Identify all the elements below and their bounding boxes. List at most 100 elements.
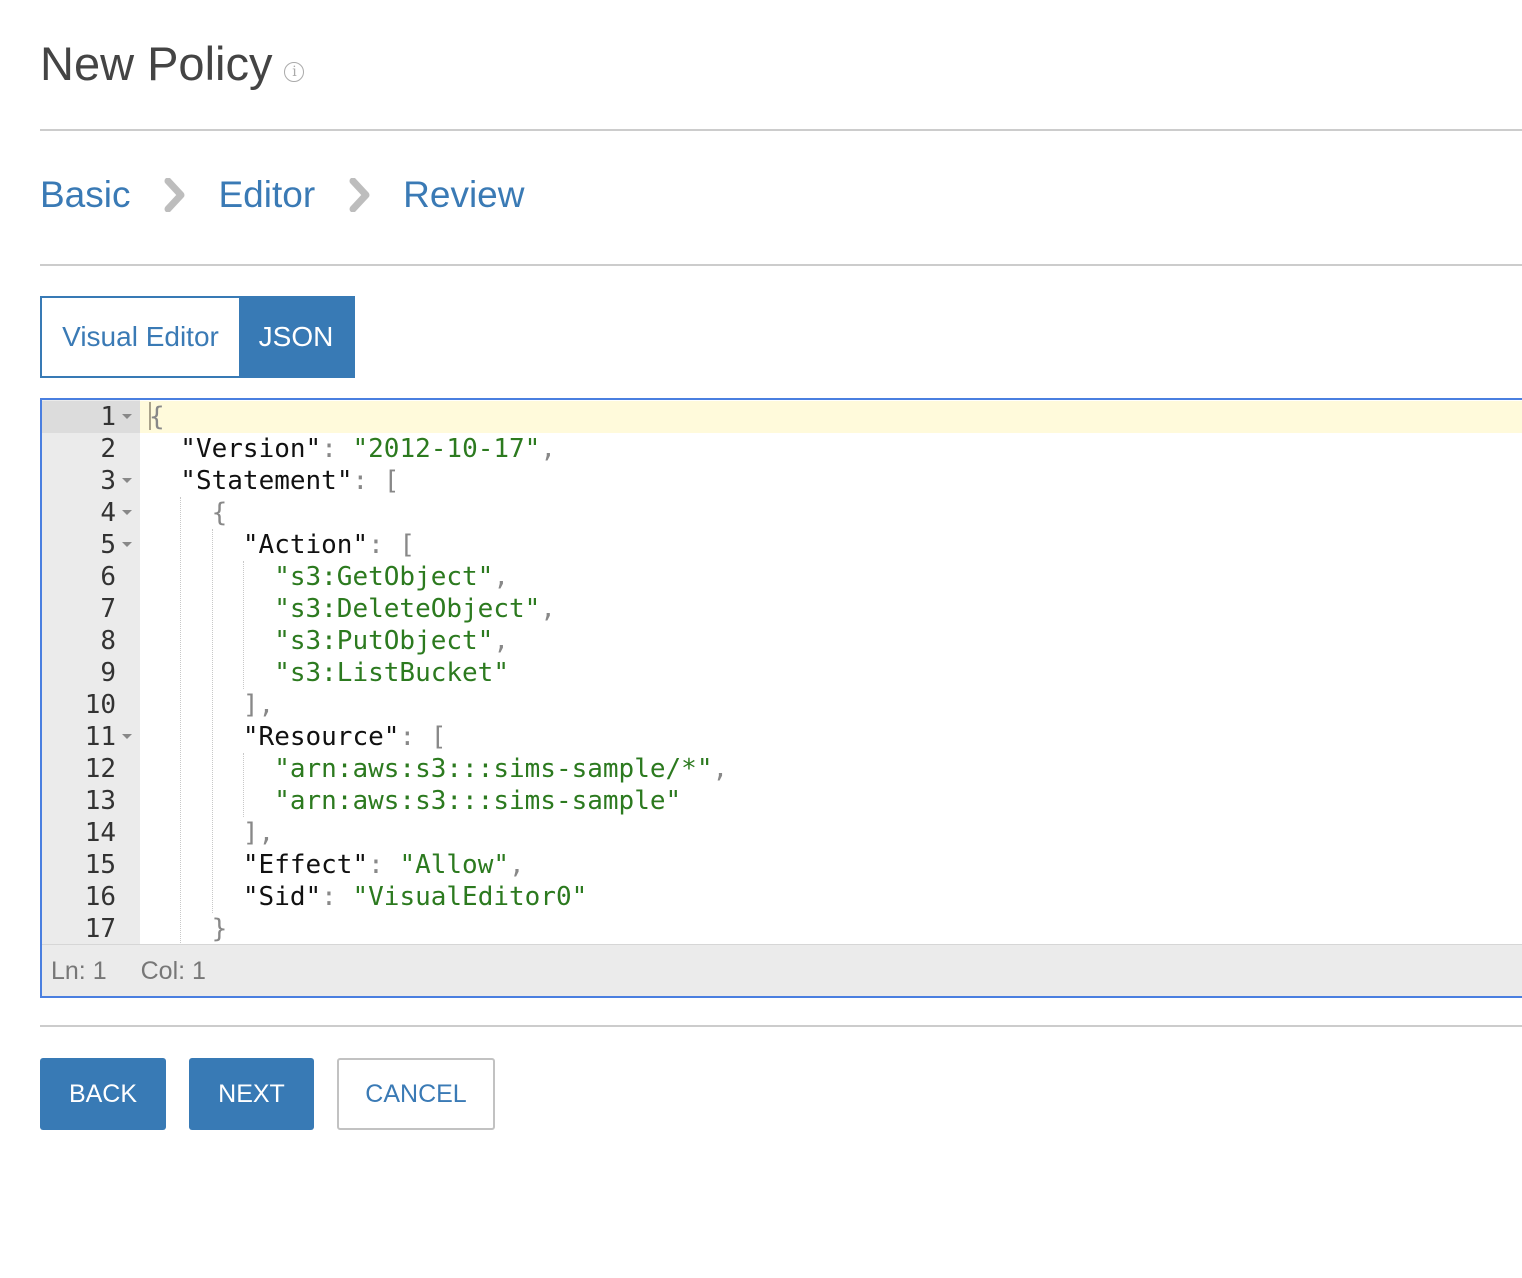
line-number: 15 (42, 849, 140, 881)
step-basic[interactable]: Basic (40, 174, 130, 216)
indent-guide (242, 753, 244, 817)
punctuation-token: : (321, 882, 353, 912)
string-token: "arn:aws:s3:::sims-sample" (274, 786, 682, 816)
line-number-text: 17 (84, 914, 116, 944)
next-button[interactable]: NEXT (189, 1058, 314, 1130)
code-line[interactable]: } (140, 913, 1522, 945)
punctuation-token: : (321, 434, 353, 464)
line-number-text: 2 (100, 434, 116, 464)
code-line[interactable]: ], (140, 689, 1522, 721)
fold-toggle-icon[interactable] (122, 542, 132, 547)
string-token: "s3:GetObject" (274, 562, 494, 592)
punctuation-token: { (149, 402, 165, 432)
string-token: "arn:aws:s3:::sims-sample/*" (274, 754, 713, 784)
code-line[interactable]: { (140, 497, 1522, 529)
line-number-text: 14 (84, 818, 116, 848)
divider (40, 1025, 1522, 1027)
tab-json[interactable]: JSON (239, 298, 353, 376)
string-token: "s3:DeleteObject" (274, 594, 541, 624)
wizard-steps: Basic Editor Review (40, 174, 524, 216)
punctuation-token: } (211, 914, 228, 944)
code-line[interactable]: "s3:DeleteObject", (140, 593, 1522, 625)
line-number: 6 (42, 561, 140, 593)
punctuation-token: , (540, 434, 556, 464)
string-token: "Allow" (399, 850, 510, 880)
fold-toggle-icon[interactable] (122, 734, 132, 739)
column-indicator: Col: 1 (140, 957, 206, 985)
code-line[interactable]: ], (140, 817, 1522, 849)
punctuation-token: : [ (368, 530, 416, 560)
code-line[interactable]: { (140, 401, 1522, 433)
code-area[interactable]: {"Version": "2012-10-17", "Statement": [{… (140, 400, 1522, 945)
line-number-text: 6 (100, 562, 116, 592)
line-number: 7 (42, 593, 140, 625)
punctuation-token: , (712, 754, 729, 784)
back-button[interactable]: BACK (40, 1058, 166, 1130)
line-number: 17 (42, 913, 140, 945)
indent-guide (242, 561, 244, 689)
punctuation-token: { (211, 498, 228, 528)
code-line[interactable]: "Resource": [ (140, 721, 1522, 753)
line-number: 4 (42, 497, 140, 529)
line-number: 11 (42, 721, 140, 753)
line-number: 2 (42, 433, 140, 465)
string-token: "2012-10-17" (352, 434, 541, 464)
code-line[interactable]: "Statement": [ (140, 465, 1522, 497)
punctuation-token: , (540, 594, 556, 624)
fold-toggle-icon[interactable] (122, 478, 132, 483)
line-number-text: 11 (84, 722, 116, 752)
key-token: "Statement" (180, 466, 353, 496)
json-code-editor[interactable]: 1 2 3 4 5 6 7 8 9 10 11 12 13 14 15 16 17 {"Version": "2… (40, 398, 1522, 998)
line-number-gutter: 1 2 3 4 5 6 7 8 9 10 11 12 13 14 15 16 17 (42, 400, 140, 944)
code-line[interactable]: "arn:aws:s3:::sims-sample/*", (140, 753, 1522, 785)
line-number-text: 1 (100, 402, 116, 432)
indent-guide (211, 529, 213, 913)
line-number: 3 (42, 465, 140, 497)
step-review[interactable]: Review (403, 174, 524, 216)
page-title: New Policy (40, 37, 273, 90)
punctuation-token: : [ (399, 722, 447, 752)
code-line[interactable]: "Version": "2012-10-17", (140, 433, 1522, 465)
code-line[interactable]: "s3:GetObject", (140, 561, 1522, 593)
divider (40, 129, 1522, 131)
line-number-text: 8 (100, 626, 116, 656)
line-number-text: 3 (100, 466, 116, 496)
tab-visual-editor[interactable]: Visual Editor (42, 298, 239, 376)
fold-toggle-icon[interactable] (122, 414, 132, 419)
line-number-text: 13 (84, 786, 116, 816)
punctuation-token: , (493, 626, 509, 656)
info-circle-icon[interactable]: i (284, 62, 305, 82)
key-token: "Resource" (242, 722, 400, 752)
line-number-text: 5 (100, 530, 116, 560)
punctuation-token: : [ (352, 466, 400, 496)
indent-guide (180, 497, 182, 945)
line-number-text: 16 (84, 882, 116, 912)
editor-mode-tabs: Visual Editor JSON (40, 296, 355, 378)
line-number-text: 7 (100, 594, 116, 624)
chevron-right-icon (345, 177, 375, 213)
line-number: 13 (42, 785, 140, 817)
fold-toggle-icon[interactable] (122, 510, 132, 515)
cancel-button[interactable]: CANCEL (337, 1058, 495, 1130)
line-number-text: 4 (100, 498, 116, 528)
line-number: 12 (42, 753, 140, 785)
code-line[interactable]: "Effect": "Allow", (140, 849, 1522, 881)
code-line[interactable]: "s3:PutObject", (140, 625, 1522, 657)
line-number: 8 (42, 625, 140, 657)
code-line[interactable]: "s3:ListBucket" (140, 657, 1522, 689)
line-number: 5 (42, 529, 140, 561)
editor-status-bar: Ln: 1 Col: 1 (42, 944, 1522, 996)
line-number: 14 (42, 817, 140, 849)
code-line[interactable]: "Action": [ (140, 529, 1522, 561)
step-editor[interactable]: Editor (218, 174, 315, 216)
line-indicator: Ln: 1 (51, 957, 107, 985)
code-line[interactable]: "Sid": "VisualEditor0" (140, 881, 1522, 913)
text-cursor (149, 401, 151, 430)
line-number-text: 10 (84, 690, 116, 720)
line-number: 10 (42, 689, 140, 721)
punctuation-token: ], (242, 818, 275, 848)
string-token: "s3:PutObject" (274, 626, 494, 656)
code-line[interactable]: "arn:aws:s3:::sims-sample" (140, 785, 1522, 817)
line-number-text: 9 (100, 658, 116, 688)
punctuation-token: , (493, 562, 509, 592)
